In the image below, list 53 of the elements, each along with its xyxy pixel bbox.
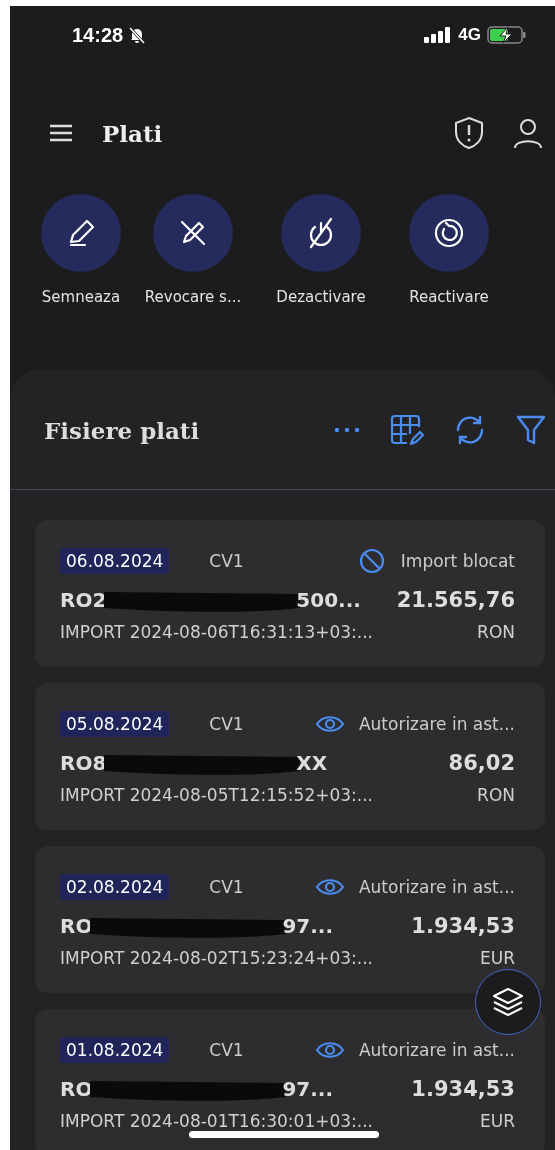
file-description: IMPORT 2024-08-02T15:23:24+03:... [60, 948, 374, 968]
file-description: IMPORT 2024-08-06T16:31:13+03:... [60, 622, 374, 642]
account-start: RO2 [60, 588, 107, 612]
payment-file-card[interactable]: 06.08.2024 CV1 Import blocat RO2 500... 21.565,76 IMPORT 2024-08-06T16:31:13+03:... RON [35, 520, 545, 667]
account-end: XX [296, 751, 328, 775]
status-label: Autorizare in ast... [358, 714, 515, 734]
currency: RON [477, 785, 515, 805]
currency: RON [477, 622, 515, 642]
payment-file-card[interactable]: 05.08.2024 CV1 Autorizare in ast... RO8 XX 86,02 IMPORT 2024-08-05T12:15:52+03:... RON [35, 683, 545, 830]
amount: 86,02 [448, 751, 515, 775]
account-start: RO8 [60, 751, 107, 775]
date-badge: 05.08.2024 [60, 711, 170, 737]
file-description: IMPORT 2024-08-01T16:30:01+03:... [60, 1111, 374, 1131]
account-end: 500... [296, 588, 361, 612]
layers-icon [491, 986, 525, 1018]
account-start: RO [60, 1077, 93, 1101]
payment-file-card[interactable]: 01.08.2024 CV1 Autorizare in ast... RO 97... 1.934,53 IMPORT 2024-08-01T16:30:01+03:... EUR [35, 1009, 545, 1150]
currency: EUR [480, 1111, 515, 1131]
status-time: 14:28 [72, 23, 124, 47]
payment-file-card[interactable]: 02.08.2024 CV1 Autorizare in ast... RO 97... 1.934,53 IMPORT 2024-08-02T15:23:24+03:... EUR [35, 846, 545, 993]
user-icon[interactable] [513, 117, 543, 149]
page-title: Plati [102, 119, 163, 147]
status-label: Autorizare in ast... [358, 877, 515, 897]
action-button[interactable]: Dezactivare [260, 194, 382, 329]
battery-charging-icon [487, 26, 527, 44]
account-end: 97... [282, 1077, 334, 1101]
date-badge: 06.08.2024 [60, 548, 170, 574]
network-label: 4G [458, 25, 481, 45]
amount: 21.565,76 [396, 588, 515, 612]
currency: EUR [480, 948, 515, 968]
action-button[interactable]: Revocare s... [132, 194, 254, 329]
table-edit-icon[interactable] [389, 413, 425, 447]
amount: 1.934,53 [411, 914, 515, 938]
file-description: IMPORT 2024-08-05T12:15:52+03:... [60, 785, 374, 805]
amount: 1.934,53 [411, 1077, 515, 1101]
file-code: CV1 [209, 1040, 244, 1060]
action-button[interactable]: Reactivare [388, 194, 510, 329]
date-badge: 01.08.2024 [60, 1037, 170, 1063]
file-code: CV1 [209, 877, 244, 897]
filter-icon[interactable] [515, 413, 547, 447]
muted-bell-icon [127, 25, 148, 45]
account-end: 97... [282, 914, 334, 938]
file-code: CV1 [209, 551, 244, 571]
more-icon[interactable] [333, 426, 361, 434]
shield-alert-icon[interactable] [453, 116, 485, 150]
panel-title: Fisiere plati [44, 416, 200, 444]
status-label: Import blocat [400, 551, 515, 571]
file-code: CV1 [209, 714, 244, 734]
date-badge: 02.08.2024 [60, 874, 170, 900]
signal-icon [424, 27, 453, 43]
menu-icon[interactable] [48, 123, 74, 143]
status-label: Autorizare in ast... [358, 1040, 515, 1060]
account-start: RO [60, 914, 93, 938]
